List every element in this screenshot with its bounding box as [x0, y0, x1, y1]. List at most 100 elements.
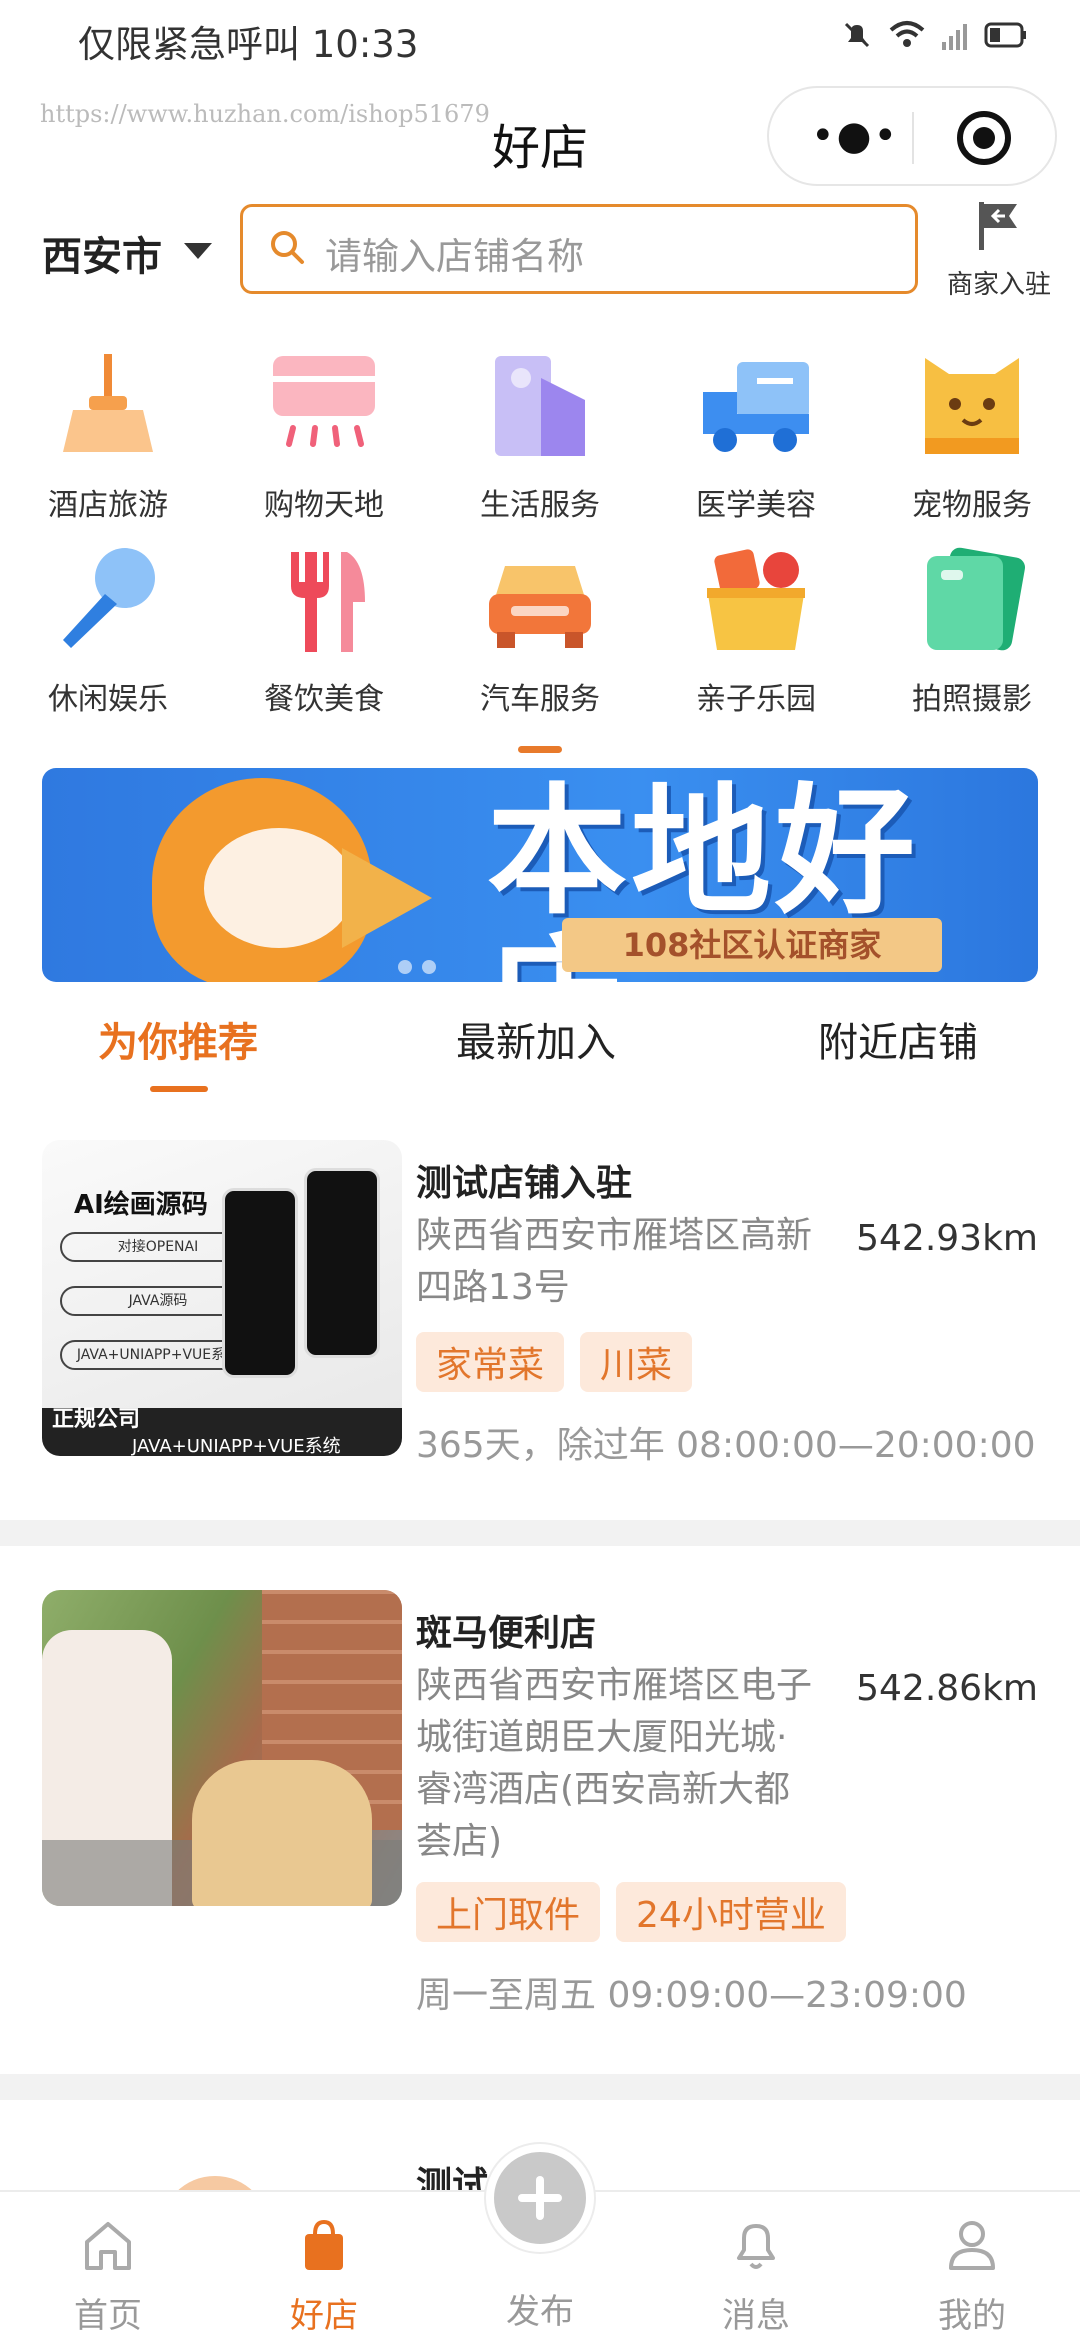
dog-face-icon	[913, 348, 1031, 466]
store-thumbnail[interactable]: AI绘画源码 对接OPENAI JAVA源码 JAVA+UNIAPP+VUE系统…	[42, 1140, 402, 1456]
search-placeholder: 请输入店铺名称	[325, 235, 584, 278]
store-tag: 川菜	[580, 1332, 693, 1392]
pager-dot	[398, 960, 412, 974]
mascot-face	[204, 828, 354, 948]
category-label: 酒店旅游	[48, 488, 168, 523]
category-label: 拍照摄影	[912, 682, 1032, 717]
store-tags: 家常菜 川菜	[416, 1332, 693, 1392]
category-kids-park[interactable]: 亲子乐园	[666, 542, 846, 718]
phone-mockup	[304, 1168, 380, 1358]
photo-cards-icon	[913, 542, 1031, 660]
category-label: 医学美容	[696, 488, 816, 523]
target-close-icon[interactable]	[957, 111, 1011, 165]
merchant-join-label: 商家入驻	[946, 270, 1051, 300]
store-tag: 上门取件	[416, 1882, 601, 1942]
category-life-service[interactable]: 生活服务	[450, 348, 630, 524]
nav-label: 首页	[74, 2296, 142, 2336]
category-label: 生活服务	[480, 488, 600, 523]
store-name: 测试店铺入驻	[416, 1163, 633, 1204]
category-food[interactable]: 餐饮美食	[234, 542, 414, 718]
mini-program-capsule: •●•	[767, 86, 1057, 186]
poster-footer: JAVA+UNIAPP+VUE系统	[132, 1436, 341, 1456]
status-icons	[840, 18, 1028, 52]
category-pet-service[interactable]: 宠物服务	[882, 348, 1062, 524]
dog-figure	[192, 1760, 372, 1906]
fork-knife-icon	[265, 542, 383, 660]
nav-profile[interactable]: 我的	[872, 2192, 1072, 2337]
shopping-bag-icon	[305, 2219, 343, 2270]
megaphone-icon	[342, 848, 432, 948]
tab-nearby[interactable]: 附近店铺	[818, 1010, 978, 1068]
tab-active-indicator	[150, 1086, 208, 1092]
category-label: 休闲娱乐	[48, 682, 168, 717]
section-divider	[0, 1520, 1080, 1546]
store-distance: 542.93km	[856, 1218, 1038, 1259]
building-icon	[481, 348, 599, 466]
merchant-join-button[interactable]: 商家入驻	[924, 198, 1074, 301]
category-shopping[interactable]: 购物天地	[234, 348, 414, 524]
nav-label: 消息	[722, 2296, 790, 2336]
nav-label: 我的	[938, 2296, 1006, 2336]
status-text: 仅限紧急呼叫 10:33	[78, 23, 419, 66]
truck-icon	[697, 348, 815, 466]
store-thumbnail[interactable]	[42, 1590, 402, 1906]
promo-banner[interactable]: 本地好店 108社区认证商家	[42, 768, 1038, 982]
section-divider	[0, 2074, 1080, 2100]
nav-messages[interactable]: 消息	[656, 2192, 856, 2337]
capsule-divider	[912, 112, 914, 164]
signal-icon	[942, 24, 967, 50]
store-hours: 周一至周五 09:09:00—23:09:00	[416, 1975, 967, 2016]
mute-bell-icon	[844, 22, 870, 48]
category-label: 汽车服务	[480, 682, 600, 717]
category-medical-beauty[interactable]: 医学美容	[666, 348, 846, 524]
toy-basket-icon	[697, 542, 815, 660]
microphone-icon	[49, 542, 167, 660]
banner-ribbon-text: 108社区认证商家	[622, 926, 882, 964]
nav-label: 发布	[506, 2292, 574, 2332]
city-selector[interactable]: 西安市	[42, 224, 162, 282]
nav-label: 好店	[290, 2296, 358, 2336]
store-address: 陕西省西安市雁塔区电子城街道朗臣大厦阳光城·睿湾酒店(西安高新大都荟店)	[416, 1665, 813, 1862]
nav-shops[interactable]: 好店	[224, 2192, 424, 2337]
flag-icon	[979, 202, 1017, 250]
grid-page-indicator	[518, 746, 562, 753]
search-input[interactable]: 请输入店铺名称	[240, 204, 918, 294]
tab-newest[interactable]: 最新加入	[456, 1010, 616, 1068]
category-leisure[interactable]: 休闲娱乐	[18, 542, 198, 718]
store-name: 斑马便利店	[416, 1613, 597, 1654]
home-icon	[85, 2222, 131, 2270]
category-photography[interactable]: 拍照摄影	[882, 542, 1062, 718]
battery-icon	[984, 22, 1026, 48]
more-dots-icon[interactable]: •●•	[811, 116, 899, 156]
bell-icon	[737, 2224, 775, 2269]
banner-pager	[398, 960, 436, 974]
publish-button[interactable]	[486, 2144, 594, 2252]
category-label: 餐饮美食	[264, 682, 384, 717]
chevron-down-icon[interactable]	[184, 243, 212, 259]
company-badge: 正规公司	[52, 1407, 141, 1432]
poster-title: AI绘画源码	[74, 1190, 208, 1220]
category-label: 购物天地	[264, 488, 384, 523]
broom-icon	[49, 348, 167, 466]
plus-icon-vertical	[536, 2176, 544, 2220]
store-tags: 上门取件 24小时营业	[416, 1882, 846, 1942]
category-hotel-travel[interactable]: 酒店旅游	[18, 348, 198, 524]
phone-mockup	[222, 1188, 298, 1378]
tab-recommend[interactable]: 为你推荐	[98, 1010, 258, 1068]
nav-home[interactable]: 首页	[8, 2192, 208, 2337]
store-hours: 365天，除过年 08:00:00—20:00:00	[416, 1425, 1036, 1466]
poster-badge: 正规公司 JAVA+UNIAPP+VUE系统	[42, 1408, 402, 1456]
user-icon	[949, 2221, 995, 2270]
air-conditioner-icon	[265, 348, 383, 466]
store-tag: 家常菜	[416, 1332, 565, 1392]
category-label: 宠物服务	[912, 488, 1032, 523]
pager-dot	[422, 960, 436, 974]
store-distance: 542.86km	[856, 1668, 1038, 1709]
store-address: 陕西省西安市雁塔区高新四路13号	[416, 1215, 813, 1308]
status-bar: 仅限紧急呼叫 10:33	[0, 0, 1080, 80]
banner-ribbon: 108社区认证商家	[562, 918, 942, 972]
search-icon	[271, 231, 304, 264]
wifi-icon	[889, 21, 925, 47]
category-auto[interactable]: 汽车服务	[450, 542, 630, 718]
category-label: 亲子乐园	[696, 682, 816, 717]
